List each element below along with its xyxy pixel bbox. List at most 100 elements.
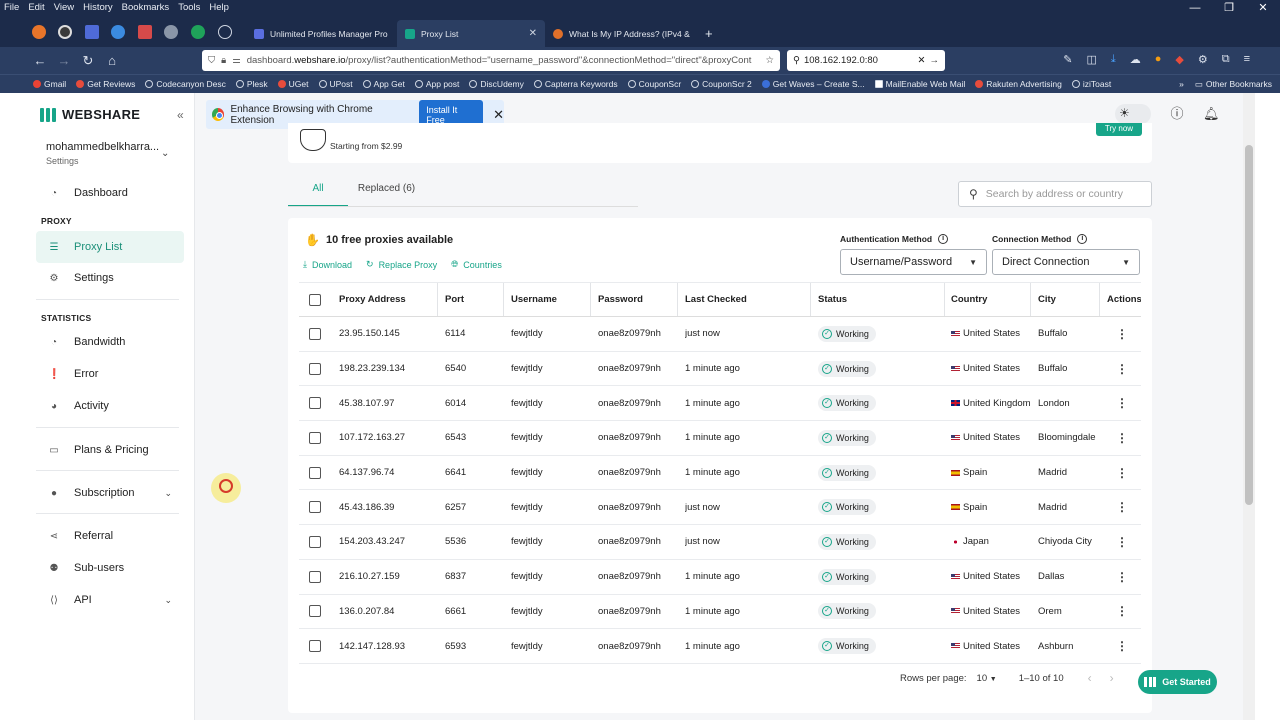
theme-toggle[interactable] xyxy=(1115,104,1151,124)
bookmark-item[interactable]: Capterra Keywords xyxy=(533,79,618,89)
more-actions-icon[interactable]: ⋮ xyxy=(1116,466,1128,480)
column-header[interactable]: Username xyxy=(511,283,591,316)
column-header[interactable]: Last Checked xyxy=(685,283,811,316)
sidebar-item-api[interactable]: ⟨⟩ API ⌄ xyxy=(36,584,184,616)
sidebar-item-activity[interactable]: ◕ Activity xyxy=(36,390,184,422)
pinned-tab-icon[interactable] xyxy=(111,25,125,39)
sidebar-item-proxy-list[interactable]: ☰ Proxy List xyxy=(36,231,184,263)
table-row[interactable]: 45.43.186.39 6257 fewjtldy onae8z0979nh just… xyxy=(299,490,1141,526)
sidebar-item-plans-pricing[interactable]: ▭ Plans & Pricing xyxy=(36,434,184,466)
help-icon[interactable]: ⓘ xyxy=(1169,106,1185,122)
close-window-icon[interactable]: ✕ xyxy=(1246,0,1280,17)
menu-tools[interactable]: Tools xyxy=(178,0,200,15)
tab-proxy-list[interactable]: Proxy List ✕ xyxy=(397,20,545,47)
tab-all[interactable]: All xyxy=(288,175,348,207)
other-bookmarks[interactable]: » ▭ Other Bookmarks xyxy=(1173,75,1272,93)
more-actions-icon[interactable]: ⋮ xyxy=(1116,500,1128,514)
account-switcher[interactable]: mohammedbelkharra... Settings xyxy=(46,141,176,166)
search-bar[interactable]: ⚲ 108.162.192.0:80 ✕ → xyxy=(787,50,945,71)
menu-help[interactable]: Help xyxy=(209,0,229,15)
sidebar-item-bandwidth[interactable]: ◔ Bandwidth xyxy=(36,326,184,358)
get-started-button[interactable]: Get Started xyxy=(1138,670,1217,694)
pinned-tab-icon[interactable] xyxy=(58,25,72,39)
sidebar-item-subscription[interactable]: ● Subscription ⌄ xyxy=(36,477,184,509)
table-row[interactable]: 136.0.207.84 6661 fewjtldy onae8z0979nh 1 mi… xyxy=(299,595,1141,630)
bookmark-item[interactable]: App post xyxy=(414,79,459,89)
bookmark-item[interactable]: CouponScr xyxy=(627,79,681,89)
countries-button[interactable]: 🌐︎ Countries xyxy=(451,259,502,270)
home-icon[interactable]: ⌂ xyxy=(100,53,124,68)
column-header[interactable]: City xyxy=(1038,283,1100,316)
more-actions-icon[interactable]: ⋮ xyxy=(1116,396,1128,410)
shield-icon[interactable]: ⛉ xyxy=(208,55,215,66)
globe-icon[interactable] xyxy=(218,25,232,39)
tab-profiles-manager[interactable]: Unlimited Profiles Manager Pro ✕ xyxy=(246,20,394,47)
pinned-tab-icon[interactable] xyxy=(85,25,99,39)
bookmark-item[interactable]: App Get xyxy=(362,79,405,89)
collapse-sidebar-icon[interactable]: « xyxy=(177,108,184,122)
next-page-icon[interactable]: › xyxy=(1110,671,1114,685)
bookmark-item[interactable]: DiscUdemy xyxy=(469,79,524,89)
chevron-down-icon[interactable]: ⌄ xyxy=(161,148,169,159)
column-header[interactable]: Port xyxy=(445,283,504,316)
lock-icon[interactable]: 🔒︎ xyxy=(221,55,226,66)
table-row[interactable]: 64.137.96.74 6641 fewjtldy onae8z0979nh 1 mi… xyxy=(299,456,1141,491)
search-input[interactable]: Search by address or country xyxy=(986,188,1123,200)
row-checkbox[interactable] xyxy=(309,431,321,444)
proxy-search[interactable]: ⚲ Search by address or country xyxy=(958,181,1152,207)
row-checkbox[interactable] xyxy=(309,466,321,479)
forward-icon[interactable]: → xyxy=(52,53,76,68)
menu-icon[interactable]: ≡ xyxy=(1244,53,1250,66)
replace-proxy-button[interactable]: ↻ Replace Proxy xyxy=(366,259,437,270)
more-actions-icon[interactable]: ⋮ xyxy=(1116,431,1128,445)
search-input[interactable]: 108.162.192.0:80 xyxy=(804,55,878,66)
pinned-tab-icon[interactable] xyxy=(138,25,152,39)
bookmark-item[interactable]: Plesk xyxy=(235,79,268,89)
bookmark-item[interactable]: Rakuten Advertising xyxy=(975,79,1062,89)
table-row[interactable]: 107.172.163.27 6543 fewjtldy onae8z0979nh 1 … xyxy=(299,421,1141,456)
pinned-tab-icon[interactable] xyxy=(191,25,205,39)
connection-method-select[interactable]: Direct Connection ▼ xyxy=(992,249,1140,275)
row-checkbox[interactable] xyxy=(309,501,321,514)
row-checkbox[interactable] xyxy=(309,327,321,340)
bookmark-item[interactable]: iziToast xyxy=(1071,79,1111,89)
column-header[interactable]: Status xyxy=(818,283,945,316)
table-row[interactable]: 198.23.239.134 6540 fewjtldy onae8z0979nh 1 … xyxy=(299,352,1141,387)
back-icon[interactable]: ← xyxy=(28,53,52,68)
more-actions-icon[interactable]: ⋮ xyxy=(1116,639,1128,653)
go-arrow-icon[interactable]: → xyxy=(930,55,940,66)
bookmark-item[interactable]: Get Reviews xyxy=(76,79,135,89)
address-bar[interactable]: ⛉ 🔒︎ ⚌ dashboard.webshare.io/proxy/list?… xyxy=(202,50,780,71)
sidebar-item-sub-users[interactable]: ⚉ Sub-users xyxy=(36,552,184,584)
try-now-button[interactable]: Try now xyxy=(1096,123,1142,136)
gear-icon[interactable]: ⚙ xyxy=(1198,53,1208,66)
sidebar-item-dashboard[interactable]: ◔ Dashboard xyxy=(36,177,184,209)
table-row[interactable]: 142.147.128.93 6593 fewjtldy onae8z0979nh 1 … xyxy=(299,629,1141,664)
extension-icon[interactable]: ☁ xyxy=(1130,53,1141,66)
menu-view[interactable]: View xyxy=(54,0,74,15)
sidebar-item-error[interactable]: ❗ Error xyxy=(36,358,184,390)
page-scrollbar[interactable] xyxy=(1243,93,1255,720)
more-actions-icon[interactable]: ⋮ xyxy=(1116,362,1128,376)
more-actions-icon[interactable]: ⋮ xyxy=(1116,327,1128,341)
bookmark-item[interactable]: Get Waves – Create S... xyxy=(761,79,865,89)
more-actions-icon[interactable]: ⋮ xyxy=(1116,604,1128,618)
auth-method-select[interactable]: Username/Password ▼ xyxy=(840,249,987,275)
bell-icon[interactable]: 🔔︎ xyxy=(1203,106,1220,122)
rows-per-page-select[interactable]: 10 ▼ xyxy=(977,673,997,684)
extension-icon[interactable]: ● xyxy=(1155,53,1162,66)
restore-icon[interactable]: ❐ xyxy=(1212,0,1246,17)
row-checkbox[interactable] xyxy=(309,362,321,375)
bookmark-item[interactable]: UPost xyxy=(318,79,353,89)
download-button[interactable]: ⤓ Download xyxy=(303,259,352,270)
prev-page-icon[interactable]: ‹ xyxy=(1088,671,1092,685)
column-header[interactable]: Country xyxy=(951,283,1031,316)
close-tab-icon[interactable]: ✕ xyxy=(529,28,537,39)
screenshot-icon[interactable]: ◫ xyxy=(1086,53,1096,66)
table-row[interactable]: 23.95.150.145 6114 fewjtldy onae8z0979nh jus… xyxy=(299,317,1141,352)
extension-icon[interactable]: ◆ xyxy=(1175,53,1183,66)
puzzle-icon[interactable]: ⧉ xyxy=(1222,53,1230,66)
select-all-checkbox[interactable] xyxy=(309,293,321,306)
permissions-icon[interactable]: ⚌ xyxy=(232,55,241,66)
bookmark-item[interactable]: UGet xyxy=(277,79,309,89)
